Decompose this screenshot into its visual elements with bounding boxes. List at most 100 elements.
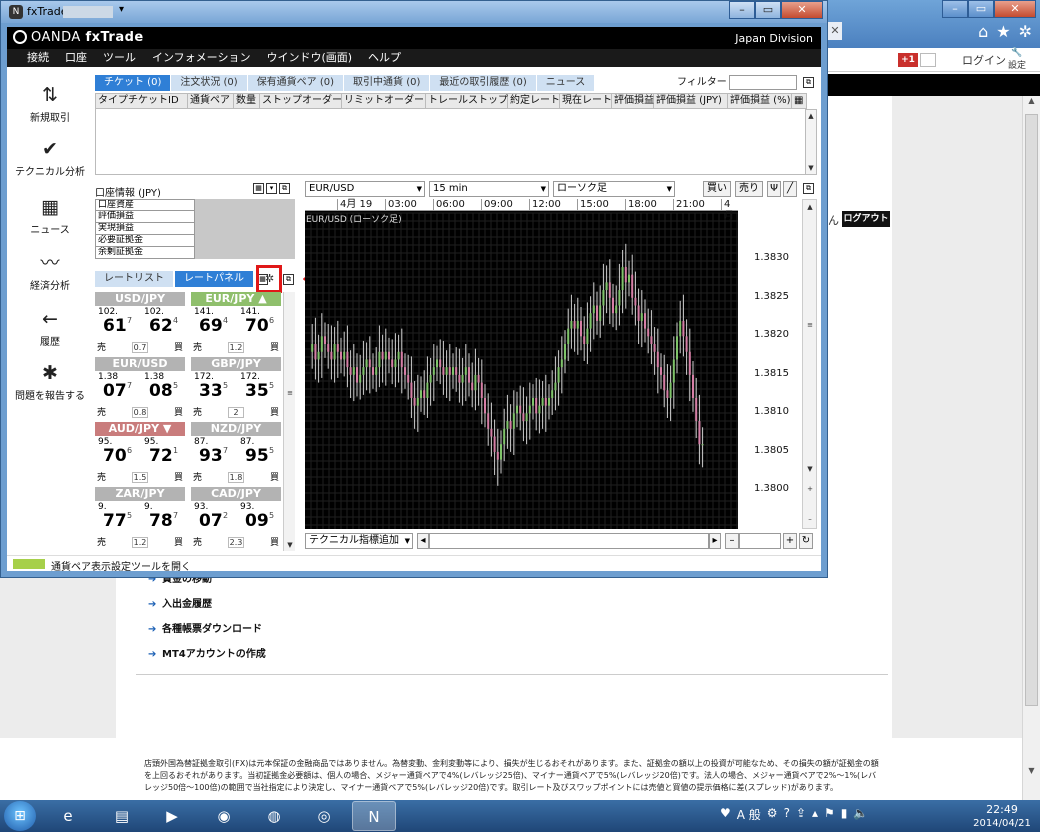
logout-button[interactable]: ログアウト (842, 211, 890, 227)
zoom-out-icon[interactable]: – (805, 514, 815, 524)
menu-help[interactable]: ヘルプ (368, 49, 401, 67)
scroll-down-icon[interactable]: ▼ (285, 540, 295, 550)
clock-date[interactable]: 2014/04/21 (970, 818, 1034, 829)
explorer-icon[interactable]: ▤ (100, 801, 144, 831)
draw-line-icon[interactable]: ╱ (783, 181, 797, 197)
rate-cell[interactable]: NZD/JPY 87. 93 7 売 87. 95 5 買 1.8 (191, 422, 281, 484)
chart-style-select[interactable]: ローソク足 ▼ (553, 181, 675, 197)
media-icon[interactable]: ▶ (150, 801, 194, 831)
firefox-icon[interactable]: ◍ (252, 801, 296, 831)
zoom-in-icon[interactable]: + (783, 533, 797, 549)
col-pair[interactable]: 通貨ペア (188, 94, 234, 108)
scroll-up-icon[interactable]: ▲ (806, 111, 816, 121)
fxtrade-titlebar[interactable]: N fxTrade - ▾ – ▭ ✕ (1, 1, 827, 23)
tab-tickets[interactable]: チケット (0) (95, 75, 172, 91)
chevron-down-icon[interactable]: ▾ (266, 183, 277, 194)
rate-cell[interactable]: GBP/JPY 172. 33 5 売 172. 35 5 買 2 (191, 357, 281, 419)
col-units[interactable]: 数量 (234, 94, 260, 108)
menu-connect[interactable]: 接続 (27, 49, 49, 67)
chrome-icon[interactable]: ◉ (202, 801, 246, 831)
scroll-thumb[interactable] (1025, 114, 1038, 706)
login-link[interactable]: ログイン (962, 52, 1006, 68)
popout-icon[interactable]: ⧉ (803, 77, 814, 88)
col-stop-order[interactable]: ストップオーダー (260, 94, 342, 108)
col-exec-rate[interactable]: 約定レート (508, 94, 560, 108)
scroll-up-icon[interactable]: ▲ (805, 202, 815, 212)
col-pl-jpy[interactable]: 評価損益 (JPY) (654, 94, 728, 108)
nav-report[interactable]: ✱ 問題を報告する (7, 361, 93, 402)
nav-news[interactable]: ▦ ニュース (7, 195, 93, 236)
link-mt4-account[interactable]: ➔ MT4アカウントの作成 (148, 647, 266, 672)
nav-economic[interactable]: 〰経済分析 (7, 251, 93, 292)
maximize-button[interactable]: ▭ (755, 1, 781, 19)
rate-cell[interactable]: USD/JPY 102. 61 7 売 102. 62 4 買 0.7 (95, 292, 185, 354)
status-color-chip[interactable] (13, 559, 45, 569)
help-icon[interactable]: ? (784, 806, 790, 823)
ie-icon[interactable]: e (46, 801, 90, 831)
scroll-down-icon[interactable]: ▼ (806, 163, 816, 173)
add-indicator-select[interactable]: テクニカル指標追加 ▼ (305, 533, 413, 549)
chart-vertical-scrollbar[interactable]: ▲ ≡ ▼ + – (802, 199, 817, 529)
tab-rate-panel[interactable]: レートパネル (175, 271, 253, 287)
col-trailing-stop[interactable]: トレールストップ (426, 94, 508, 108)
link-report-download[interactable]: ➔ 各種帳票ダウンロード (148, 622, 266, 647)
settings-icon[interactable]: ▦ (253, 183, 264, 194)
volume-icon[interactable]: 🔈 (853, 806, 868, 823)
col-current-rate[interactable]: 現在レート (560, 94, 612, 108)
scroll-left-icon[interactable]: ◂ (417, 533, 429, 549)
fxtrade-icon[interactable]: N (352, 801, 396, 831)
globe-icon[interactable]: ◎ (302, 801, 346, 831)
menu-information[interactable]: インフォメーション (152, 49, 250, 67)
tab-close-icon[interactable]: ✕ (828, 22, 842, 40)
rate-cell[interactable]: CAD/JPY 93. 07 2 売 93. 09 5 買 2.3 (191, 487, 281, 549)
rate-scrollbar[interactable]: ≡ ▼ (283, 292, 295, 551)
start-button[interactable]: ⊞ (4, 801, 36, 831)
col-ticket-id[interactable]: タイプチケットID (96, 94, 188, 108)
indicator-icon[interactable]: Ψ (767, 181, 781, 197)
scroll-grip-icon[interactable]: ≡ (805, 320, 815, 330)
rate-cell[interactable]: EUR/JPY ▲ 141. 69 4 売 141. 70 6 買 1.2 (191, 292, 281, 354)
tab-trades[interactable]: 取引中通貨 (0) (344, 75, 431, 91)
menu-tools[interactable]: ツール (103, 49, 136, 67)
rate-cell[interactable]: AUD/JPY ▼ 95. 70 6 売 95. 72 1 買 1.5 (95, 422, 185, 484)
ime-icon[interactable]: ♥ (720, 806, 731, 823)
star-icon[interactable]: ★ (996, 22, 1010, 41)
chart-hscroll[interactable] (429, 533, 709, 549)
chart-interval-select[interactable]: 15 min ▼ (429, 181, 549, 197)
tab-orders[interactable]: 注文状況 (0) (171, 75, 248, 91)
reset-icon[interactable]: ↻ (799, 533, 813, 549)
tab-positions[interactable]: 保有通貨ペア (0) (247, 75, 345, 91)
chevron-down-icon[interactable]: ▾ (119, 4, 124, 15)
zoom-track[interactable] (739, 533, 781, 549)
zoom-out-icon[interactable]: – (725, 533, 739, 549)
chart-plot[interactable] (305, 199, 738, 529)
tab-news[interactable]: ニュース (536, 75, 596, 91)
close-button[interactable]: ✕ (781, 1, 823, 19)
rate-cell[interactable]: ZAR/JPY 9. 77 5 売 9. 78 7 買 1.2 (95, 487, 185, 549)
close-button[interactable]: ✕ (994, 0, 1036, 18)
browser-scrollbar[interactable]: ▲ ▼ (1022, 96, 1040, 800)
menu-window[interactable]: ウインドウ(画面) (266, 49, 352, 67)
scroll-down-icon[interactable]: ▼ (1023, 766, 1040, 782)
scroll-down-icon[interactable]: ▼ (805, 464, 815, 474)
scroll-grip-icon[interactable]: ≡ (285, 388, 295, 398)
clock-time[interactable]: 22:49 (970, 803, 1034, 816)
gplus-button[interactable]: +1 (898, 53, 918, 67)
ime-mode[interactable]: A 般 (737, 806, 761, 823)
network-icon[interactable]: ▮ (841, 806, 848, 823)
popout-icon[interactable]: ⧉ (279, 183, 290, 194)
sell-button[interactable]: 売り (735, 181, 763, 197)
col-pl-pct[interactable]: 評価損益 (%) (728, 94, 792, 108)
link-deposit-history[interactable]: ➔ 入出金履歴 (148, 597, 266, 622)
minimize-button[interactable]: – (942, 0, 968, 18)
nav-new-trade[interactable]: ⇅ 新規取引 (7, 83, 93, 124)
popout-icon[interactable]: ⧉ (803, 183, 814, 194)
home-icon[interactable]: ⌂ (978, 22, 988, 41)
menu-account[interactable]: 口座 (65, 49, 87, 67)
tab-rate-list[interactable]: レートリスト (95, 271, 173, 287)
scroll-right-icon[interactable]: ▸ (709, 533, 721, 549)
columns-icon[interactable]: ▦ (792, 94, 806, 108)
nav-history[interactable]: ← 履歴 (7, 307, 93, 348)
ime-tools-icon[interactable]: ⚙ (767, 806, 778, 823)
zoom-in-icon[interactable]: + (805, 484, 815, 494)
